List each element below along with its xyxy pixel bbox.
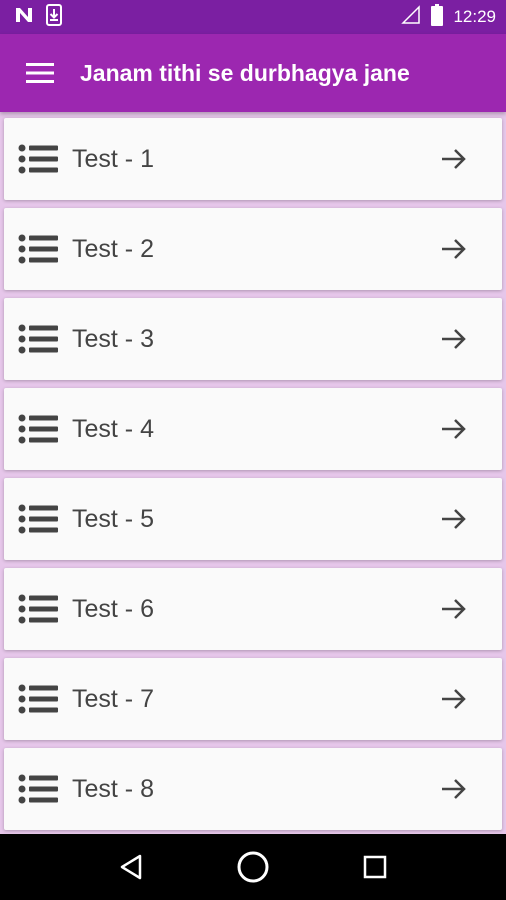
list-icon: [18, 414, 60, 444]
recents-button[interactable]: [350, 842, 400, 892]
home-icon: [237, 851, 269, 883]
list-icon: [18, 234, 60, 264]
test-label: Test - 8: [72, 774, 154, 803]
arrow-right-icon[interactable]: [434, 139, 474, 179]
back-icon: [120, 854, 142, 880]
test-item-2[interactable]: Test - 2: [4, 208, 502, 290]
menu-button[interactable]: [0, 34, 80, 112]
system-nav-bar: [0, 834, 506, 900]
app-title: Janam tithi se durbhagya jane: [80, 59, 410, 86]
n-notification-icon: [14, 6, 36, 29]
arrow-right-icon[interactable]: [434, 679, 474, 719]
arrow-right-icon[interactable]: [434, 319, 474, 359]
hamburger-menu-icon: [26, 63, 54, 83]
test-list: Test - 1 Test - 2 Test - 3 Test - 4 Test…: [0, 112, 506, 834]
test-label: Test - 7: [72, 684, 154, 713]
test-item-1[interactable]: Test - 1: [4, 118, 502, 200]
battery-icon: [431, 3, 444, 31]
arrow-right-icon[interactable]: [434, 589, 474, 629]
status-bar: 12:29: [0, 0, 506, 34]
test-item-5[interactable]: Test - 5: [4, 478, 502, 560]
test-label: Test - 6: [72, 594, 154, 623]
test-item-3[interactable]: Test - 3: [4, 298, 502, 380]
arrow-right-icon[interactable]: [434, 229, 474, 269]
app-bar: Janam tithi se durbhagya jane: [0, 34, 506, 112]
list-icon: [18, 594, 60, 624]
list-icon: [18, 684, 60, 714]
list-icon: [18, 774, 60, 804]
status-left: [14, 3, 62, 31]
test-item-7[interactable]: Test - 7: [4, 658, 502, 740]
test-label: Test - 2: [72, 234, 154, 263]
test-item-6[interactable]: Test - 6: [4, 568, 502, 650]
list-icon: [18, 144, 60, 174]
test-label: Test - 3: [72, 324, 154, 353]
arrow-right-icon[interactable]: [434, 499, 474, 539]
test-label: Test - 5: [72, 504, 154, 533]
arrow-right-icon[interactable]: [434, 409, 474, 449]
status-time: 12:29: [453, 7, 496, 26]
test-label: Test - 4: [72, 414, 154, 443]
test-item-8[interactable]: Test - 8: [4, 748, 502, 830]
list-icon: [18, 504, 60, 534]
list-icon: [18, 324, 60, 354]
home-button[interactable]: [228, 842, 278, 892]
status-right: 12:29: [401, 3, 496, 31]
arrow-right-icon[interactable]: [434, 769, 474, 809]
recents-icon: [363, 855, 387, 879]
test-item-4[interactable]: Test - 4: [4, 388, 502, 470]
test-label: Test - 1: [72, 144, 154, 173]
download-icon: [46, 3, 62, 31]
signal-icon: [401, 4, 421, 30]
back-button[interactable]: [106, 842, 156, 892]
